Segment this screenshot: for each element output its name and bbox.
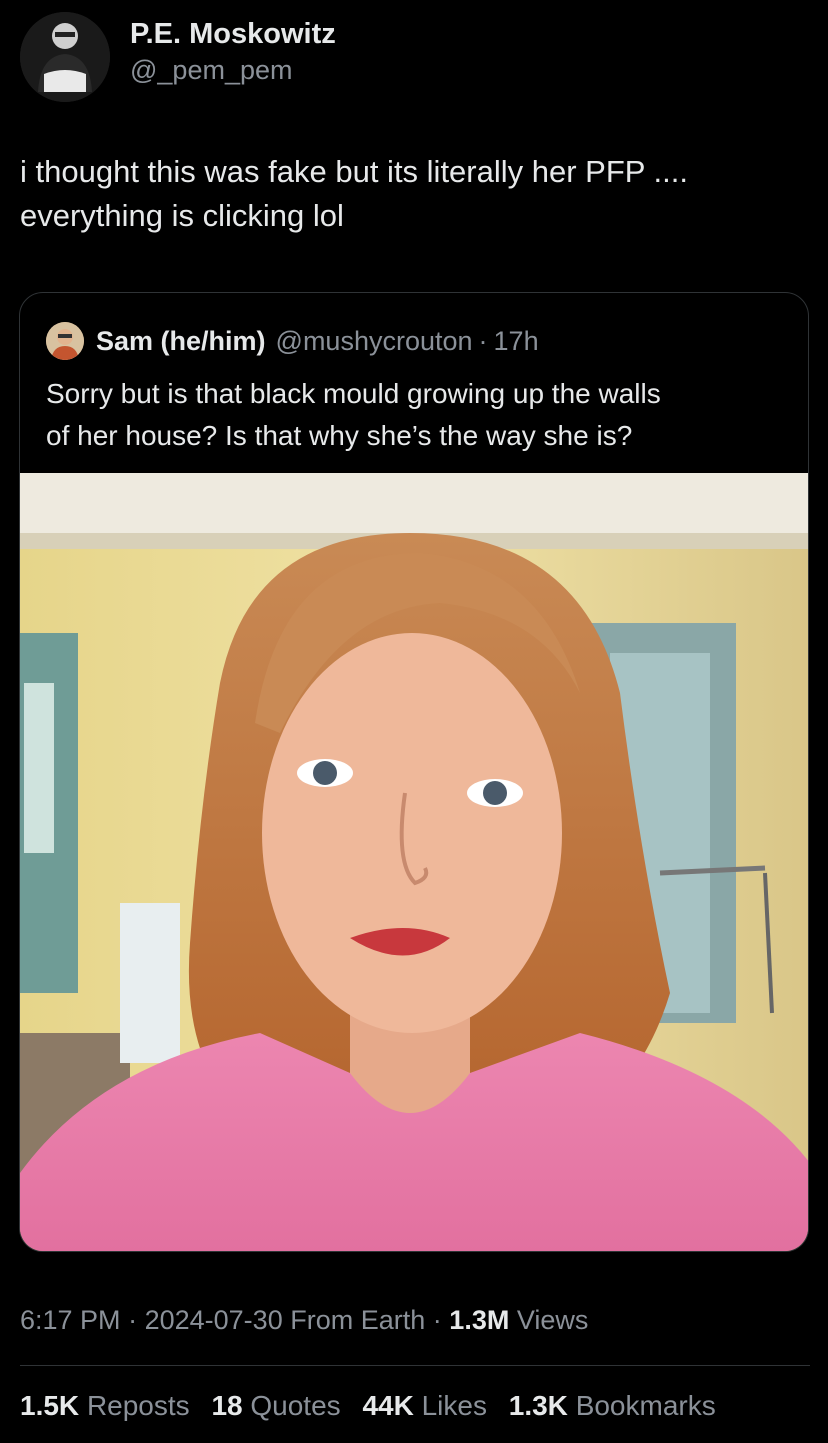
portrait-photo-icon xyxy=(20,473,808,1251)
likes-label: Likes xyxy=(421,1390,487,1421)
reposts-label: Reposts xyxy=(86,1390,190,1421)
tweet-date[interactable]: 2024-07-30 xyxy=(145,1305,283,1335)
reposts-count: 1.5K xyxy=(20,1390,80,1421)
tweet-source: From Earth xyxy=(290,1305,426,1335)
likes-stat[interactable]: 44K Likes xyxy=(362,1390,487,1421)
quotes-label: Quotes xyxy=(250,1390,341,1421)
quoted-tweet-header: Sam (he/him) @mushycrouton · 17h xyxy=(46,319,539,363)
quotes-stat[interactable]: 18 Quotes xyxy=(211,1390,340,1421)
quoted-tweet-card[interactable]: Sam (he/him) @mushycrouton · 17h Sorry b… xyxy=(19,292,809,1252)
reposts-stat[interactable]: 1.5K Reposts xyxy=(20,1390,190,1421)
author-avatar[interactable] xyxy=(20,12,110,102)
quotes-count: 18 xyxy=(211,1390,243,1421)
tweet-time[interactable]: 6:17 PM xyxy=(20,1305,121,1335)
views-label[interactable]: Views xyxy=(517,1305,589,1335)
bookmarks-count: 1.3K xyxy=(508,1390,568,1421)
quoted-tweet-media[interactable] xyxy=(20,473,808,1251)
quoted-tweet-text-line: of her house? Is that why she’s the way … xyxy=(46,420,633,451)
divider xyxy=(20,1365,810,1366)
separator-dot: · xyxy=(128,1305,138,1335)
tweet-text-line: everything is clicking lol xyxy=(20,198,344,233)
likes-count: 44K xyxy=(362,1390,414,1421)
views-count[interactable]: 1.3M xyxy=(449,1305,509,1335)
quoted-tweet-time[interactable]: 17h xyxy=(494,326,539,357)
bookmarks-stat[interactable]: 1.3K Bookmarks xyxy=(509,1390,716,1421)
user-avatar-photo-icon xyxy=(20,12,110,102)
engagement-stats: 1.5K Reposts 18 Quotes 44K Likes 1.3K Bo… xyxy=(20,1386,730,1426)
tweet-meta: 6:17 PM · 2024-07-30 From Earth · 1.3M V… xyxy=(20,1300,588,1340)
author-handle[interactable]: @_pem_pem xyxy=(130,52,336,88)
quoted-author-display-name[interactable]: Sam (he/him) xyxy=(96,326,266,357)
tweet-text-line: i thought this was fake but its literall… xyxy=(20,154,688,189)
quoted-author-handle[interactable]: @mushycrouton xyxy=(276,326,473,357)
bookmarks-label: Bookmarks xyxy=(575,1390,716,1421)
author-display-name[interactable]: P.E. Moskowitz xyxy=(130,16,336,52)
separator-dot: · xyxy=(432,1305,442,1335)
tweet-header: P.E. Moskowitz @_pem_pem xyxy=(20,8,810,102)
separator-dot: · xyxy=(478,325,488,356)
quoted-tweet-text: Sorry but is that black mould growing up… xyxy=(46,373,786,457)
tweet-text: i thought this was fake but its literall… xyxy=(20,150,810,238)
quoted-author-avatar[interactable] xyxy=(46,322,84,360)
user-avatar-photo-icon xyxy=(46,322,84,360)
quoted-tweet-text-line: Sorry but is that black mould growing up… xyxy=(46,378,661,409)
